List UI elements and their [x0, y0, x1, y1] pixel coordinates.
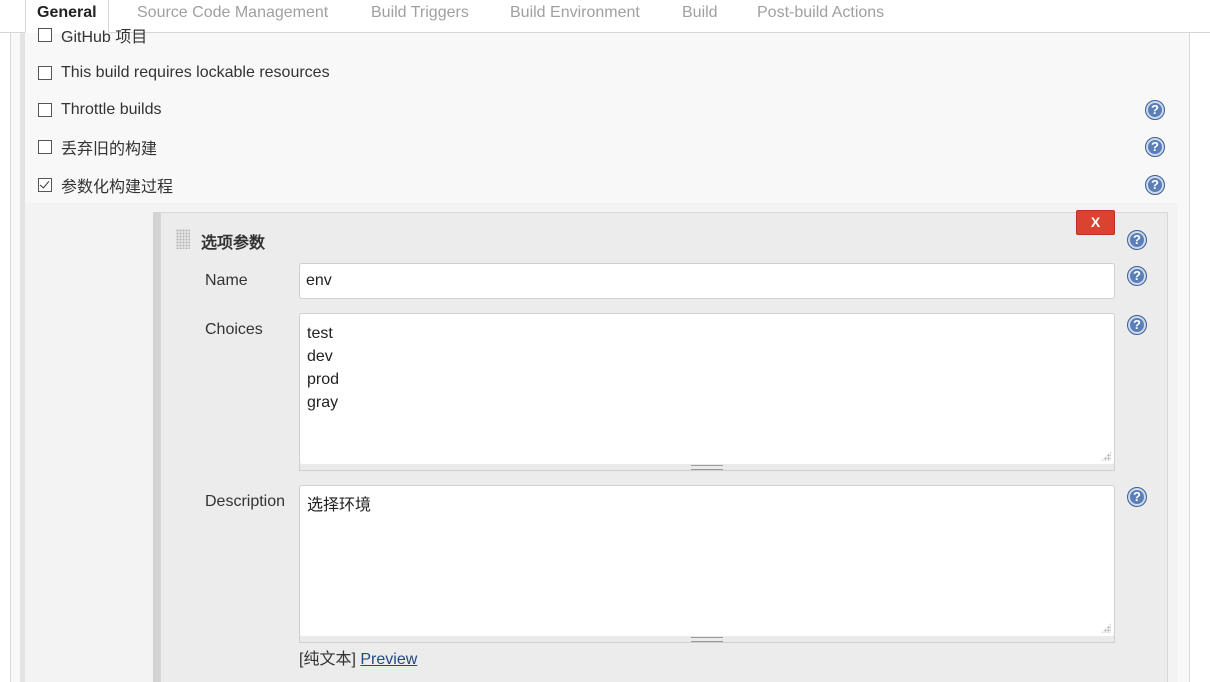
help-icon[interactable]: ? [1127, 230, 1147, 250]
tab-build[interactable]: Build [682, 0, 718, 32]
help-icon[interactable]: ? [1145, 175, 1165, 195]
throttle-builds-checkbox[interactable] [38, 103, 52, 117]
tab-source-code-management[interactable]: Source Code Management [137, 0, 328, 32]
option-parameterized-build[interactable]: 参数化构建过程 [38, 174, 173, 196]
config-tab-bar: General Source Code Management Build Tri… [0, 0, 1210, 33]
description-textarea[interactable]: 选择环境 [299, 485, 1115, 637]
help-icon[interactable]: ? [1127, 487, 1147, 507]
delete-parameter-button[interactable]: X [1076, 210, 1115, 235]
preview-link[interactable]: Preview [360, 651, 417, 668]
help-icon[interactable]: ? [1145, 100, 1165, 120]
tab-build-environment[interactable]: Build Environment [510, 0, 640, 32]
tab-build-triggers[interactable]: Build Triggers [371, 0, 469, 32]
parameter-title: 选项参数 [201, 235, 266, 252]
frame-border-left [10, 0, 11, 682]
name-label: Name [205, 272, 248, 289]
choices-textarea[interactable]: test dev prod gray [299, 313, 1115, 465]
option-label: This build requires lockable resources [61, 64, 330, 81]
parameter-drag-rail[interactable] [153, 212, 160, 682]
option-lockable-resources[interactable]: This build requires lockable resources [38, 62, 330, 84]
tab-post-build-actions[interactable]: Post-build Actions [757, 0, 884, 32]
option-label: Throttle builds [61, 101, 162, 118]
parameterized-build-checkbox[interactable] [38, 178, 52, 192]
help-icon[interactable]: ? [1127, 266, 1147, 286]
option-label: GitHub 项目 [61, 29, 148, 46]
choices-resize-handle[interactable] [299, 464, 1115, 471]
option-label: 参数化构建过程 [61, 179, 174, 196]
help-icon[interactable]: ? [1127, 315, 1147, 335]
option-throttle-builds[interactable]: Throttle builds [38, 99, 162, 121]
lockable-resources-checkbox[interactable] [38, 66, 52, 80]
markup-format-line: [纯文本] Preview [299, 645, 417, 669]
option-discard-old-builds[interactable]: 丢弃旧的构建 [38, 136, 157, 158]
option-github-project[interactable]: GitHub 项目 [38, 24, 147, 46]
help-icon[interactable]: ? [1145, 137, 1165, 157]
description-resize-handle[interactable] [299, 636, 1115, 643]
github-project-checkbox[interactable] [38, 28, 52, 42]
frame-border-right [1189, 0, 1190, 682]
name-input[interactable] [299, 263, 1115, 299]
markup-format-label: [纯文本] [299, 651, 356, 668]
option-label: 丢弃旧的构建 [61, 141, 158, 158]
discard-old-builds-checkbox[interactable] [38, 140, 52, 154]
description-label: Description [205, 493, 286, 510]
choices-label: Choices [205, 321, 263, 338]
drag-handle-icon[interactable] [176, 229, 190, 249]
